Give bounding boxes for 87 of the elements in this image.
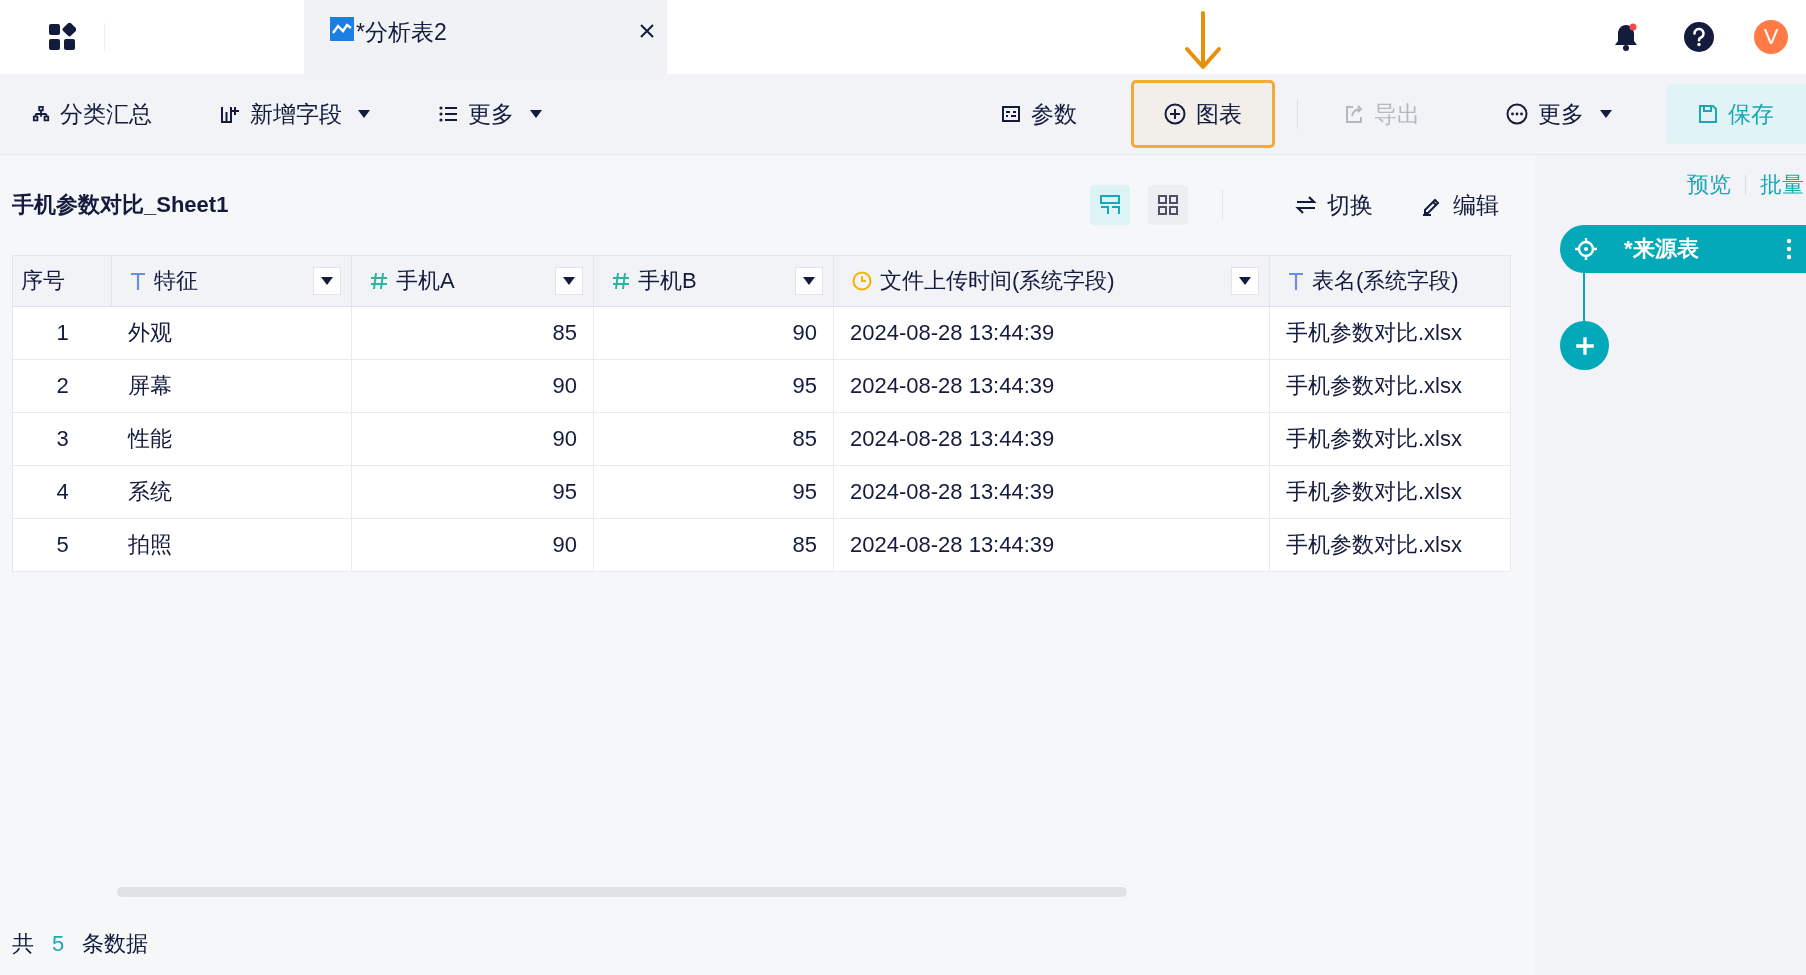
clock-icon bbox=[852, 271, 872, 291]
caret-icon bbox=[358, 110, 370, 118]
table-cell: 手机参数对比.xlsx bbox=[1270, 519, 1511, 572]
caret-icon bbox=[530, 110, 542, 118]
table-cell: 2024-08-28 13:44:39 bbox=[834, 360, 1270, 413]
toolbar-button[interactable]: 更多 bbox=[1474, 80, 1644, 148]
rows-view-icon bbox=[1099, 194, 1121, 216]
table-cell: 90 bbox=[594, 307, 834, 360]
text-type-icon bbox=[1288, 272, 1304, 290]
column-label: 手机A bbox=[396, 267, 456, 295]
table-cell: 2024-08-28 13:44:39 bbox=[834, 519, 1270, 572]
help-icon[interactable] bbox=[1684, 22, 1714, 52]
export-icon bbox=[1344, 104, 1364, 124]
toolbar-button[interactable]: 参数 bbox=[969, 80, 1109, 148]
table-cell: 系统 bbox=[112, 466, 352, 519]
table-cell: 85 bbox=[594, 519, 834, 572]
toolbar-button[interactable]: 新增字段 bbox=[208, 80, 382, 148]
footer-label: 共 bbox=[12, 930, 34, 958]
action-button[interactable]: 编辑 bbox=[1415, 188, 1505, 222]
column-label: 序号 bbox=[21, 267, 66, 295]
text-type-icon bbox=[130, 272, 146, 290]
table-cell: 拍照 bbox=[112, 519, 352, 572]
record-count: 5 bbox=[52, 931, 65, 957]
table-cell: 手机参数对比.xlsx bbox=[1270, 307, 1511, 360]
close-icon[interactable] bbox=[639, 23, 655, 39]
kebab-menu-icon[interactable] bbox=[1786, 238, 1792, 260]
more-circle-icon bbox=[1506, 103, 1528, 125]
number-type-icon bbox=[612, 272, 630, 290]
table-cell: 2024-08-28 13:44:39 bbox=[834, 466, 1270, 519]
footer-label: 条数据 bbox=[82, 930, 149, 958]
toolbar-button[interactable]: 分类汇总 bbox=[20, 80, 164, 148]
column-label: 文件上传时间(系统字段) bbox=[880, 267, 1116, 295]
apps-icon[interactable] bbox=[48, 23, 76, 51]
table-cell: 85 bbox=[594, 413, 834, 466]
table-cell: 2 bbox=[13, 360, 112, 413]
column-label: 特征 bbox=[154, 267, 199, 295]
table-cell: 4 bbox=[13, 466, 112, 519]
filter-dropdown[interactable] bbox=[795, 267, 823, 295]
caret-icon bbox=[1600, 110, 1612, 118]
table-cell: 手机参数对比.xlsx bbox=[1270, 360, 1511, 413]
table-cell: 90 bbox=[352, 360, 594, 413]
table-cell: 手机参数对比.xlsx bbox=[1270, 466, 1511, 519]
list-icon bbox=[438, 104, 458, 124]
filter-dropdown[interactable] bbox=[313, 267, 341, 295]
table-cell: 外观 bbox=[112, 307, 352, 360]
table-cell: 95 bbox=[594, 466, 834, 519]
filter-dropdown[interactable] bbox=[555, 267, 583, 295]
caret-icon bbox=[1239, 277, 1251, 285]
plus-icon bbox=[1573, 334, 1596, 357]
save-icon bbox=[1698, 104, 1718, 124]
filter-dropdown[interactable] bbox=[1231, 267, 1259, 295]
chart-icon bbox=[330, 17, 354, 41]
table-cell: 90 bbox=[352, 413, 594, 466]
table-cell: 3 bbox=[13, 413, 112, 466]
action-button[interactable]: 切换 bbox=[1289, 188, 1379, 222]
table-cell: 85 bbox=[352, 307, 594, 360]
sheet-title: 手机参数对比_Sheet1 bbox=[12, 191, 229, 219]
table-cell: 2024-08-28 13:44:39 bbox=[834, 307, 1270, 360]
column-label: 手机B bbox=[638, 267, 698, 295]
sliders-icon bbox=[1001, 104, 1021, 124]
number-type-icon bbox=[370, 272, 388, 290]
table-cell: 性能 bbox=[112, 413, 352, 466]
add-node-button[interactable] bbox=[1560, 321, 1609, 370]
table-cell: 90 bbox=[352, 519, 594, 572]
table-cell: 手机参数对比.xlsx bbox=[1270, 413, 1511, 466]
plus-circle-icon bbox=[1164, 103, 1186, 125]
view-toggle[interactable] bbox=[1090, 185, 1130, 225]
table-cell: 2024-08-28 13:44:39 bbox=[834, 413, 1270, 466]
caret-icon bbox=[803, 277, 815, 285]
document-tab[interactable]: *分析表2 bbox=[304, 0, 667, 74]
tab-title: *分析表2 bbox=[356, 18, 448, 47]
target-icon bbox=[1574, 237, 1598, 261]
caret-icon bbox=[321, 277, 333, 285]
caret-icon bbox=[563, 277, 575, 285]
toolbar-button[interactable]: 更多 bbox=[426, 80, 554, 148]
swap-icon bbox=[1295, 195, 1317, 215]
column-label: 表名(系统字段) bbox=[1312, 267, 1460, 295]
grid-view-icon bbox=[1157, 194, 1179, 216]
view-toggle[interactable] bbox=[1148, 185, 1188, 225]
bell-icon[interactable] bbox=[1612, 22, 1640, 52]
table-cell: 95 bbox=[352, 466, 594, 519]
table-cell: 屏幕 bbox=[112, 360, 352, 413]
hierarchy-icon bbox=[32, 105, 50, 123]
add-column-icon bbox=[220, 104, 240, 124]
table-cell: 5 bbox=[13, 519, 112, 572]
table-cell: 95 bbox=[594, 360, 834, 413]
table-cell: 1 bbox=[13, 307, 112, 360]
